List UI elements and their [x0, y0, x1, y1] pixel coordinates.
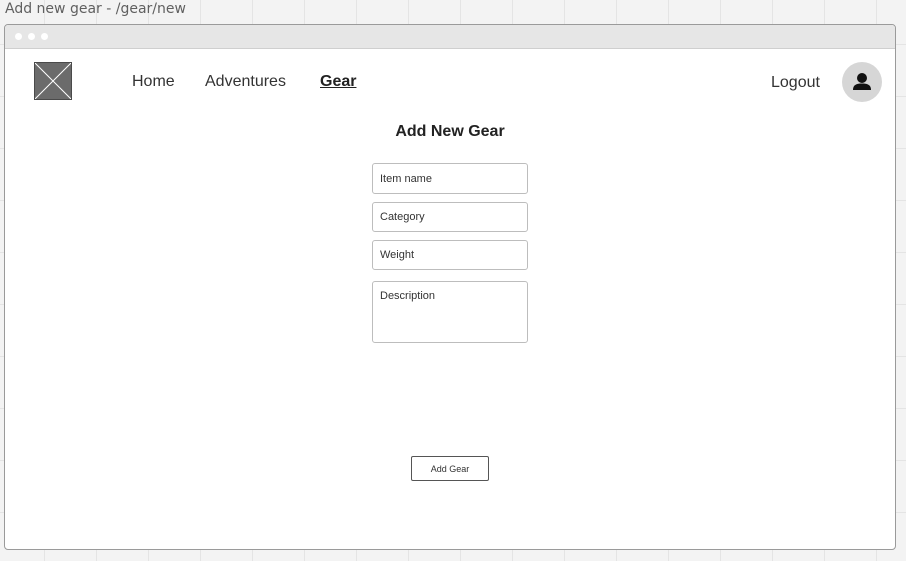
page-caption: Add new gear - /gear/new: [5, 1, 186, 17]
browser-window: Home Adventures Gear Logout Add New Gear…: [4, 24, 896, 550]
page-title: Add New Gear: [395, 123, 505, 140]
description-textarea[interactable]: [372, 281, 528, 343]
logout-link[interactable]: Logout: [771, 74, 820, 92]
avatar[interactable]: [842, 62, 882, 102]
nav-home-link[interactable]: Home: [132, 73, 175, 91]
category-input[interactable]: [372, 202, 528, 232]
window-dot-icon: [28, 33, 35, 40]
image-placeholder-icon[interactable]: [34, 62, 72, 100]
nav-adventures-link[interactable]: Adventures: [205, 73, 286, 91]
user-icon: [853, 73, 871, 90]
nav-gear-link[interactable]: Gear: [320, 73, 356, 91]
window-dot-icon: [15, 33, 22, 40]
window-dot-icon: [41, 33, 48, 40]
window-title-bar: [5, 25, 895, 49]
add-gear-button[interactable]: Add Gear: [411, 456, 489, 481]
weight-input[interactable]: [372, 240, 528, 270]
item-name-input[interactable]: [372, 163, 528, 194]
